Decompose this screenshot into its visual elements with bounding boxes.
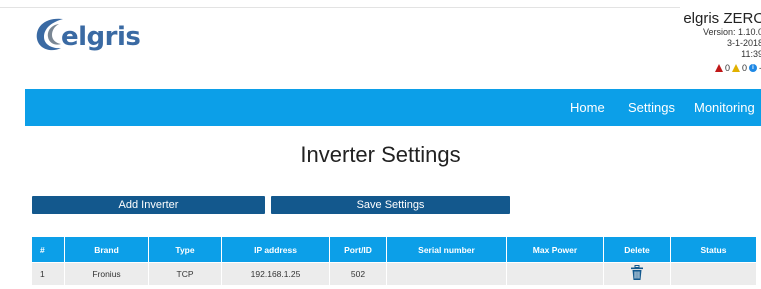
cell-serial[interactable] [386, 262, 507, 286]
cell-port[interactable]: 502 [329, 262, 387, 286]
nav-bar: Home Settings Monitoring [25, 89, 761, 126]
table-row: 1 Fronius TCP 192.168.1.25 502 [31, 262, 757, 286]
warning-icon [731, 64, 740, 72]
cell-ip[interactable]: 192.168.1.25 [221, 262, 330, 286]
info-icon: i [748, 64, 757, 72]
system-info: elgris ZERO Version: 1.10.0 3-1-2018 11:… [621, 10, 761, 73]
version-text: Version: 1.10.0 [702, 27, 761, 37]
col-header-port: Port/ID [329, 236, 387, 263]
error-count: 0 [724, 63, 730, 73]
error-icon [714, 64, 723, 72]
cell-delete [603, 262, 671, 286]
cell-number: 1 [31, 262, 65, 286]
col-header-brand: Brand [64, 236, 149, 263]
product-name: elgris ZERO [683, 10, 761, 27]
cell-status [670, 262, 757, 286]
col-header-type: Type [148, 236, 222, 263]
logo-text: elgris [61, 22, 141, 52]
nav-home[interactable]: Home [570, 89, 605, 126]
trash-icon[interactable] [630, 265, 644, 283]
time-text: 11:39 [741, 49, 761, 59]
col-header-delete: Delete [603, 236, 671, 263]
top-divider [0, 7, 680, 8]
page-title: Inverter Settings [300, 142, 461, 167]
nav-monitoring[interactable]: Monitoring [694, 89, 755, 126]
col-header-ip: IP address [221, 236, 330, 263]
alert-counters: 0 0 i -1 [621, 63, 761, 73]
nav-settings[interactable]: Settings [628, 89, 675, 126]
col-header-status: Status [670, 236, 757, 263]
table-header-row: # Brand Type IP address Port/ID Serial n… [31, 236, 757, 263]
elgris-logo[interactable]: elgris [33, 14, 141, 56]
cell-max-power[interactable] [506, 262, 604, 286]
col-header-serial: Serial number [386, 236, 507, 263]
cell-type[interactable]: TCP [148, 262, 222, 286]
inverter-table: # Brand Type IP address Port/ID Serial n… [31, 236, 757, 286]
add-inverter-button[interactable]: Add Inverter [32, 196, 265, 214]
warning-count: 0 [741, 63, 747, 73]
col-header-max-power: Max Power [506, 236, 604, 263]
cell-brand[interactable]: Fronius [64, 262, 149, 286]
date-text: 3-1-2018 [726, 38, 761, 48]
save-settings-button[interactable]: Save Settings [271, 196, 510, 214]
col-header-number: # [31, 236, 65, 263]
